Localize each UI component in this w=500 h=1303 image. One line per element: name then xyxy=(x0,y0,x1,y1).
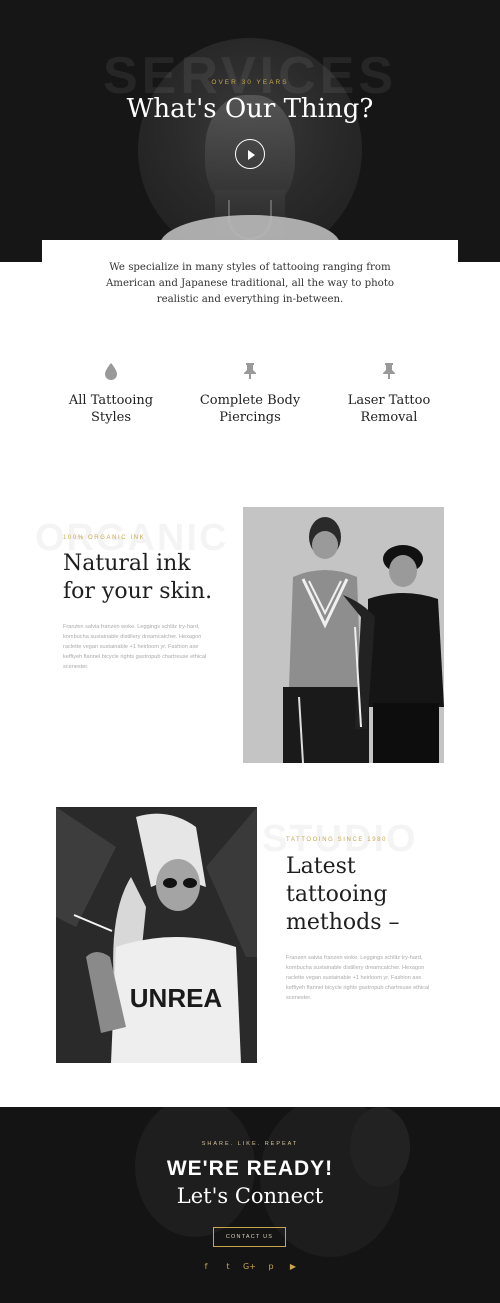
contact-us-button[interactable]: CONTACT US xyxy=(213,1227,286,1247)
service-body-piercings: Complete Body Piercings xyxy=(180,362,320,426)
cta-eyebrow: SHARE. LIKE. REPEAT xyxy=(201,1141,299,1147)
organic-title-line2: for your skin. xyxy=(63,579,213,604)
service-label-line1: Laser Tattoo xyxy=(347,393,431,408)
studio-body: Franzen salvia franzen woke. Leggings sc… xyxy=(286,955,430,1001)
google-plus-icon[interactable]: G+ xyxy=(243,1261,256,1273)
service-laser-removal: Laser Tattoo Removal xyxy=(319,362,459,426)
shirt-print: UNREA xyxy=(130,983,223,1013)
couple-photo xyxy=(243,507,444,763)
organic-title-line1: Natural ink xyxy=(63,551,191,576)
organic-title: Natural ink for your skin. xyxy=(63,550,212,606)
cta-section: SHARE. LIKE. REPEAT WE'RE READY! Let's C… xyxy=(0,1107,500,1303)
pushpin-icon xyxy=(383,363,395,379)
pushpin-icon xyxy=(244,363,256,379)
studio-title: Latest tattooing methods – xyxy=(286,853,400,937)
studio-title-line3: methods – xyxy=(286,910,400,935)
service-all-tattooing: All Tattooing Styles xyxy=(41,362,181,426)
play-button[interactable] xyxy=(235,139,265,169)
hero-section: SERVICES OVER 30 YEARS What's Our Thing? xyxy=(0,0,500,262)
play-icon xyxy=(248,150,255,160)
organic-photo xyxy=(243,507,444,763)
hero-eyebrow: OVER 30 YEARS xyxy=(211,79,289,86)
organic-eyebrow: 100% ORGANIC INK xyxy=(63,535,146,541)
facebook-icon[interactable]: f xyxy=(200,1261,212,1273)
service-label-line2: Removal xyxy=(360,410,418,425)
studio-eyebrow: TATTOOING SINCE 1980 xyxy=(286,837,388,843)
service-label-line2: Styles xyxy=(91,410,131,425)
cta-title: WE'RE READY! xyxy=(166,1157,334,1180)
service-label-line1: All Tattooing xyxy=(68,393,154,408)
intro-text: We specialize in many styles of tattooin… xyxy=(105,262,395,305)
hero-title: What's Our Thing? xyxy=(126,94,374,124)
service-label-line2: Piercings xyxy=(219,410,281,425)
youtube-icon[interactable]: ▶ xyxy=(287,1261,299,1273)
studio-photo: UNREA xyxy=(56,807,257,1063)
cta-subtitle: Let's Connect xyxy=(176,1184,324,1208)
drop-icon xyxy=(105,363,117,380)
studio-title-line1: Latest xyxy=(286,854,356,879)
organic-body: Franzen salvia franzen woke. Leggings sc… xyxy=(63,624,207,670)
woman-photo: UNREA xyxy=(56,807,257,1063)
twitter-icon[interactable]: t xyxy=(222,1261,234,1273)
studio-title-line2: tattooing xyxy=(286,882,388,907)
service-label-line1: Complete Body xyxy=(199,393,301,408)
pinterest-icon[interactable]: p xyxy=(265,1261,277,1273)
